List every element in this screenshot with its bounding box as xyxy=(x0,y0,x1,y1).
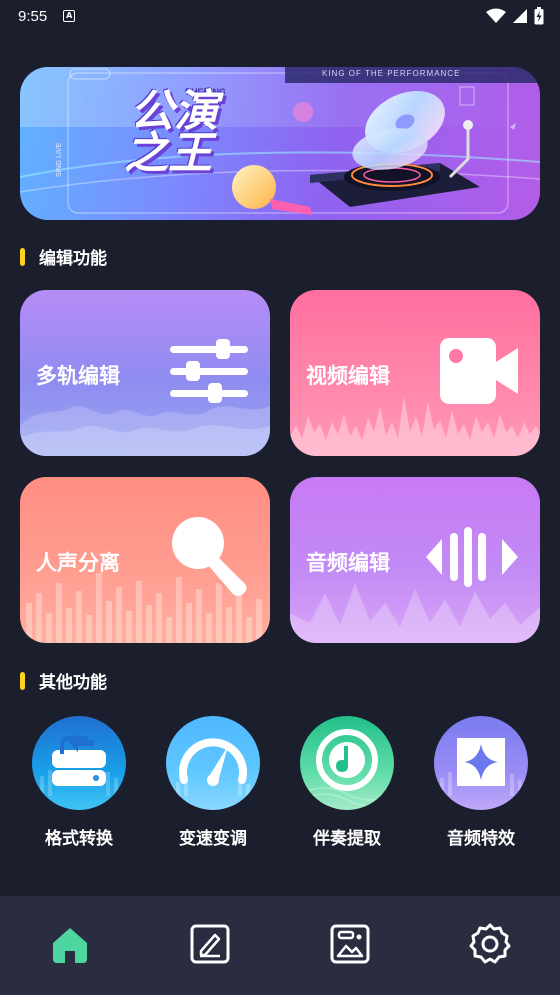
audio-edit-label: 音频编辑 xyxy=(306,551,390,575)
wifi-icon xyxy=(486,8,506,23)
edit-section-title: 编辑功能 xyxy=(39,249,107,269)
video-camera-icon xyxy=(440,338,518,404)
bottom-navigation xyxy=(0,896,560,995)
promo-banner[interactable]: KING OF THE PERFORMANCE THEKING SING LIV… xyxy=(20,67,540,220)
section-accent-bar xyxy=(20,671,25,690)
multitrack-edit-label: 多轨编辑 xyxy=(36,364,120,388)
video-edit-card[interactable]: 视频编辑 xyxy=(290,290,540,456)
status-bar: 9:55 A xyxy=(0,0,560,32)
nav-settings[interactable] xyxy=(468,922,512,966)
audio-effects-label: 音频特效 xyxy=(447,829,515,849)
vocal-separation-card[interactable]: 人声分离 xyxy=(20,477,270,643)
music-extract-icon xyxy=(300,729,394,807)
format-convert-icon xyxy=(40,734,118,796)
other-section-header: 其他功能 xyxy=(20,668,107,693)
nav-home[interactable] xyxy=(48,922,92,966)
gallery-icon xyxy=(330,924,370,964)
section-accent-bar xyxy=(20,247,25,266)
format-convert-label: 格式转换 xyxy=(45,829,113,849)
nav-edit[interactable] xyxy=(188,922,232,966)
audio-effects-tool[interactable]: 音频特效 xyxy=(426,716,536,849)
status-time: 9:55 xyxy=(18,7,48,25)
banner-side-text: SING LIVE xyxy=(56,142,63,177)
video-edit-label: 视频编辑 xyxy=(306,364,390,388)
format-convert-button[interactable] xyxy=(32,716,126,810)
signal-icon xyxy=(513,9,527,23)
other-section-title: 其他功能 xyxy=(39,673,107,693)
audio-effects-button[interactable] xyxy=(434,716,528,810)
accompaniment-extract-tool[interactable]: 伴奏提取 xyxy=(292,716,402,849)
speed-pitch-button[interactable] xyxy=(166,716,260,810)
speedometer-icon xyxy=(176,738,250,796)
battery-icon xyxy=(534,7,544,25)
banner-tagline: KING OF THE PERFORMANCE xyxy=(322,69,461,78)
multitrack-edit-card[interactable]: 多轨编辑 xyxy=(20,290,270,456)
settings-icon xyxy=(469,923,511,964)
speed-pitch-label: 变速变调 xyxy=(179,829,247,849)
banner-logo-line1: 公演 xyxy=(130,86,218,137)
nav-gallery[interactable] xyxy=(328,922,372,966)
edit-icon xyxy=(190,924,230,964)
status-icons xyxy=(486,7,544,25)
home-icon xyxy=(53,928,87,963)
edit-section-header: 编辑功能 xyxy=(20,244,107,269)
microphone-icon xyxy=(172,517,247,596)
accompaniment-extract-label: 伴奏提取 xyxy=(313,829,381,849)
notification-icon: A xyxy=(63,10,76,22)
banner-logo: 公演 之王 xyxy=(124,86,218,176)
vocal-separation-label: 人声分离 xyxy=(36,551,120,575)
sliders-icon xyxy=(170,339,248,403)
sparkle-effect-icon xyxy=(440,738,522,796)
format-convert-tool[interactable]: 格式转换 xyxy=(24,716,134,849)
accompaniment-extract-button[interactable] xyxy=(300,716,394,810)
audio-waveform-icon xyxy=(426,527,518,587)
audio-edit-card[interactable]: 音频编辑 xyxy=(290,477,540,643)
banner-logo-line2: 之王 xyxy=(124,128,212,179)
speed-pitch-tool[interactable]: 变速变调 xyxy=(158,716,268,849)
